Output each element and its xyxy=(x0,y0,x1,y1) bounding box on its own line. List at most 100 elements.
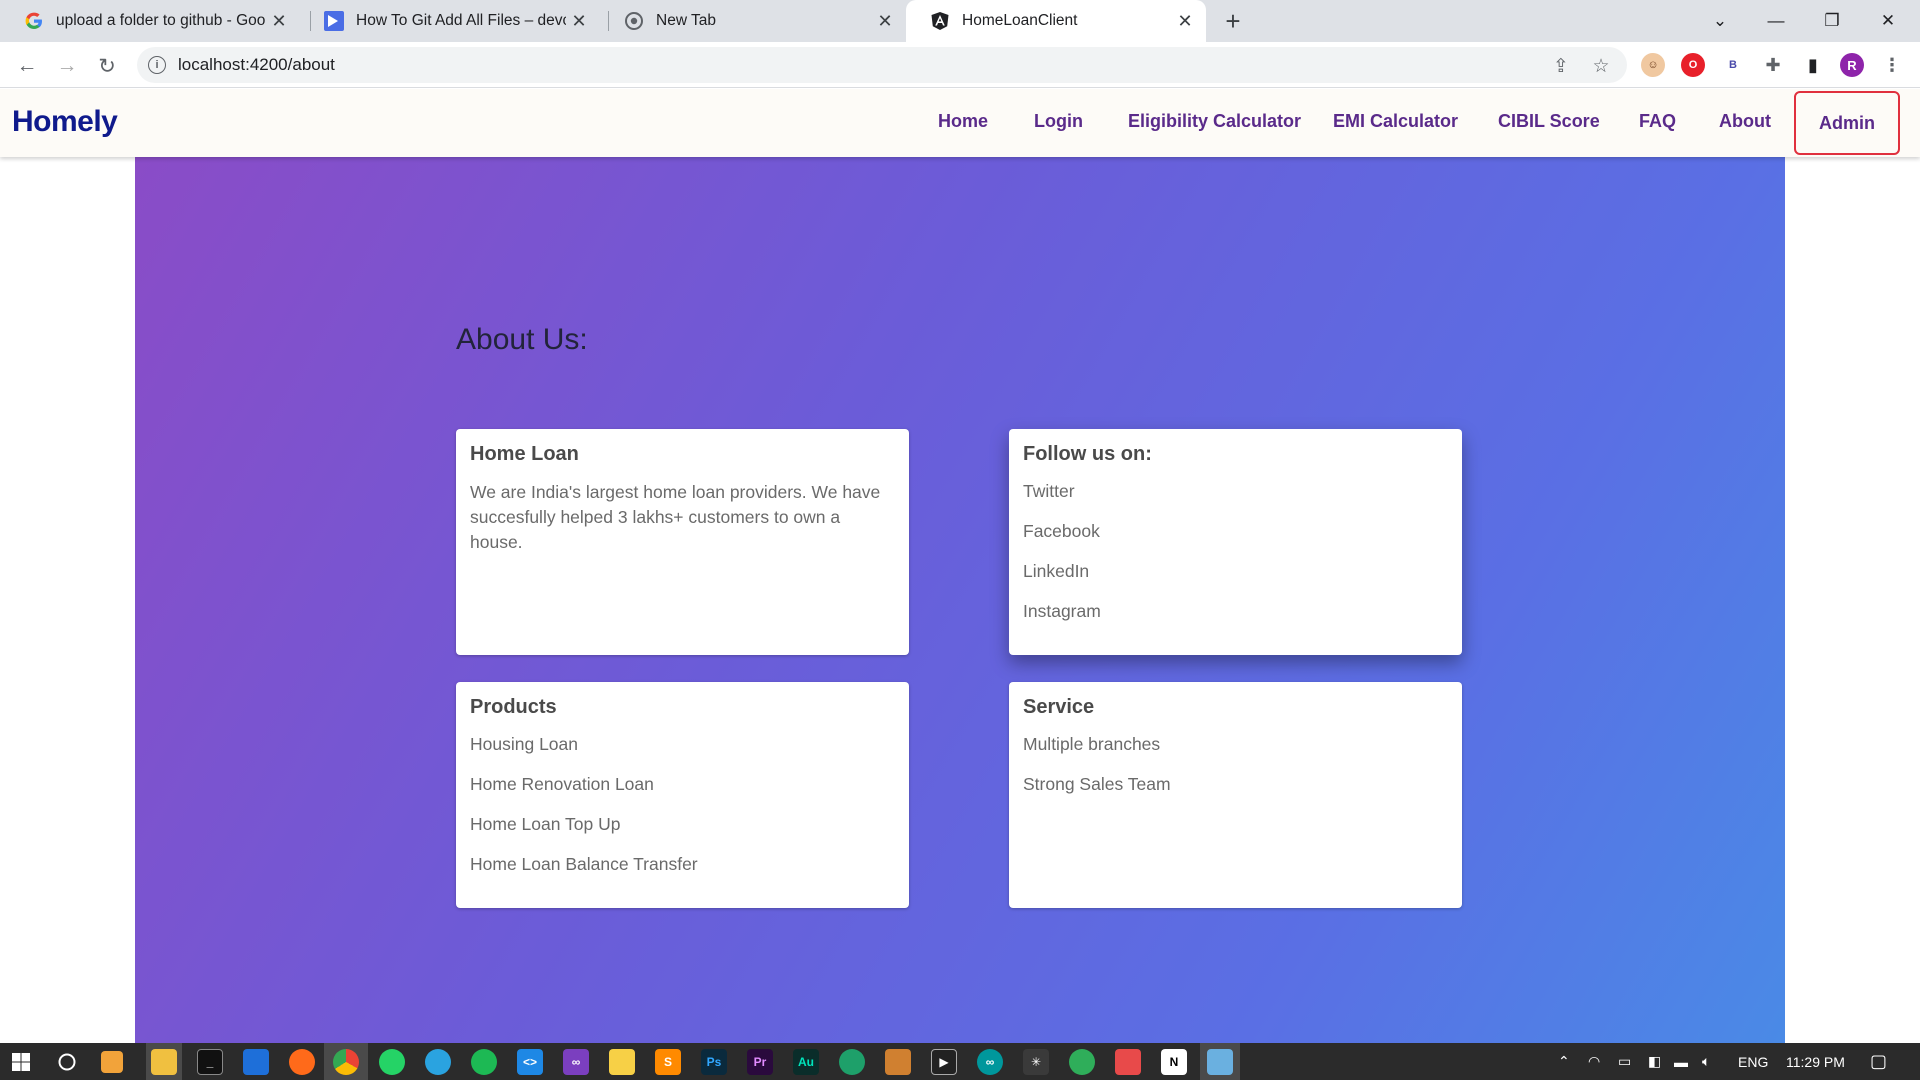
close-tab-icon[interactable]: ✕ xyxy=(872,8,898,34)
back-icon[interactable]: ← xyxy=(10,49,44,83)
close-window-button[interactable]: ✕ xyxy=(1860,0,1916,42)
battery-icon[interactable]: ▬ xyxy=(1674,1054,1688,1070)
tab-title: New Tab xyxy=(656,12,717,29)
list-item: Multiple branches xyxy=(1023,734,1161,754)
card-heading: Service xyxy=(1023,696,1095,718)
nav-home[interactable]: Home xyxy=(938,111,988,132)
photoshop-icon[interactable]: Ps xyxy=(701,1049,727,1075)
reload-icon[interactable]: ↻ xyxy=(90,49,124,83)
audition-icon[interactable]: Au xyxy=(793,1049,819,1075)
angular-icon xyxy=(930,11,950,31)
tab-title: How To Git Add All Files – devcor xyxy=(356,12,566,29)
social-link-instagram[interactable]: Instagram xyxy=(1023,600,1448,640)
chevron-up-icon[interactable]: ⌃ xyxy=(1558,1053,1570,1070)
windows-taskbar: _ <> ∞ S Ps Pr Au ▶ ∞ ✳ N ⌃ ◠ ▭ ◧ ▬ 🔈︎ E… xyxy=(0,1043,1920,1080)
side-panel-icon[interactable]: ▮ xyxy=(1801,53,1825,77)
extensions-puzzle-icon[interactable]: ✚ xyxy=(1761,53,1785,77)
url-text[interactable]: localhost:4200/about xyxy=(178,55,335,75)
page-viewport: Homely Home Login Eligibility Calculator… xyxy=(0,89,1920,1043)
social-link-facebook[interactable]: Facebook xyxy=(1023,520,1448,560)
browser-green-icon[interactable] xyxy=(1069,1049,1095,1075)
tablet-icon[interactable]: ▭ xyxy=(1618,1053,1631,1070)
share-icon[interactable]: ⇪ xyxy=(1550,55,1572,77)
visual-studio-icon[interactable]: ∞ xyxy=(563,1049,589,1075)
app-blue-icon[interactable] xyxy=(243,1049,269,1075)
photos-icon[interactable] xyxy=(1207,1049,1233,1075)
close-tab-icon[interactable]: ✕ xyxy=(266,8,292,34)
firefox-icon[interactable] xyxy=(289,1049,315,1075)
notion-icon[interactable]: N xyxy=(1161,1049,1187,1075)
camera-icon[interactable]: ◧ xyxy=(1648,1053,1661,1070)
browser-tab-homeloanclient[interactable]: HomeLoanClient ✕ xyxy=(906,0,1206,42)
site-info-icon[interactable]: i xyxy=(148,56,166,74)
site-navbar: Homely Home Login Eligibility Calculator… xyxy=(0,89,1920,157)
extension-opera-icon[interactable]: O xyxy=(1681,53,1705,77)
system-tray: ⌃ ◠ ▭ ◧ ▬ 🔈︎ ENG 11:29 PM ▢ xyxy=(1552,1043,1920,1080)
language-indicator[interactable]: ENG xyxy=(1738,1054,1768,1070)
minimize-button[interactable]: — xyxy=(1748,0,1804,42)
terminal-icon[interactable]: _ xyxy=(197,1049,223,1075)
notifications-icon[interactable]: ▢ xyxy=(1870,1051,1887,1072)
address-bar[interactable]: i localhost:4200/about ⇪ ☆ xyxy=(137,47,1627,83)
nav-admin[interactable]: Admin xyxy=(1794,91,1900,155)
new-tab-button[interactable]: + xyxy=(1218,6,1248,36)
app-red-icon[interactable] xyxy=(1115,1049,1141,1075)
page-title: About Us: xyxy=(456,323,588,356)
chrome-icon xyxy=(624,11,644,31)
volume-icon[interactable]: 🔈︎ xyxy=(1702,1053,1710,1070)
chrome-taskbar-icon[interactable] xyxy=(333,1049,359,1075)
google-icon xyxy=(24,11,44,31)
sticky-notes-icon[interactable] xyxy=(609,1049,635,1075)
telegram-icon[interactable] xyxy=(425,1049,451,1075)
social-link-twitter[interactable]: Twitter xyxy=(1023,480,1448,520)
list-item: Strong Sales Team xyxy=(1023,774,1171,794)
devconnected-icon xyxy=(324,11,344,31)
home-loan-card: Home Loan We are India's largest home lo… xyxy=(456,429,909,655)
nav-cibil-score[interactable]: CIBIL Score xyxy=(1498,111,1600,132)
nav-eligibility-calculator[interactable]: Eligibility Calculator xyxy=(1128,111,1301,132)
file-explorer-icon[interactable] xyxy=(151,1049,177,1075)
nav-emi-calculator[interactable]: EMI Calculator xyxy=(1333,111,1458,132)
menu-kebab-icon[interactable]: ⋮ xyxy=(1880,53,1904,77)
spotify-icon[interactable] xyxy=(471,1049,497,1075)
windows-start-icon[interactable] xyxy=(8,1049,34,1075)
close-tab-icon[interactable]: ✕ xyxy=(566,8,592,34)
stats-icon[interactable] xyxy=(885,1049,911,1075)
about-section: About Us: Home Loan We are India's large… xyxy=(135,157,1785,1043)
list-item: Housing Loan xyxy=(470,734,578,754)
browser-tab-strip: upload a folder to github - Goog ✕ How T… xyxy=(0,0,1920,42)
sublime-text-icon[interactable]: S xyxy=(655,1049,681,1075)
extension-b-icon[interactable]: B xyxy=(1721,53,1745,77)
browser-tab-devconnected[interactable]: How To Git Add All Files – devcor ✕ xyxy=(300,0,600,42)
browser-tab-new[interactable]: New Tab ✕ xyxy=(600,0,906,42)
arduino-icon[interactable]: ∞ xyxy=(977,1049,1003,1075)
card-heading: Products xyxy=(470,696,557,718)
vscode-icon[interactable]: <> xyxy=(517,1049,543,1075)
restore-button[interactable]: ❐ xyxy=(1804,0,1860,42)
social-link-linkedin[interactable]: LinkedIn xyxy=(1023,560,1448,600)
clock[interactable]: 11:29 PM xyxy=(1786,1054,1845,1070)
extension-avatar-icon[interactable]: ☺ xyxy=(1641,53,1665,77)
service-card: Service Multiple branches Strong Sales T… xyxy=(1009,682,1462,908)
nav-about[interactable]: About xyxy=(1719,111,1771,132)
nav-faq[interactable]: FAQ xyxy=(1639,111,1676,132)
close-tab-icon[interactable]: ✕ xyxy=(1172,8,1198,34)
tab-search-icon[interactable]: ⌄ xyxy=(1692,0,1748,42)
network-tool-icon[interactable]: ✳ xyxy=(1023,1049,1049,1075)
forward-icon[interactable]: → xyxy=(50,49,84,83)
media-player-icon[interactable]: ▶ xyxy=(931,1049,957,1075)
card-heading: Home Loan xyxy=(470,443,579,465)
wifi-icon[interactable]: ◠ xyxy=(1588,1053,1600,1070)
tab-title: upload a folder to github - Goog xyxy=(56,12,266,29)
brand-logo[interactable]: Homely xyxy=(12,105,118,139)
whatsapp-icon[interactable] xyxy=(379,1049,405,1075)
search-icon[interactable] xyxy=(54,1049,80,1075)
maps-pin-icon[interactable] xyxy=(839,1049,865,1075)
list-item: Home Loan Top Up xyxy=(470,814,621,834)
store-icon[interactable] xyxy=(101,1051,123,1073)
browser-tab-google[interactable]: upload a folder to github - Goog ✕ xyxy=(0,0,300,42)
bookmark-star-icon[interactable]: ☆ xyxy=(1590,55,1612,77)
profile-avatar[interactable]: R xyxy=(1840,53,1864,77)
nav-login[interactable]: Login xyxy=(1034,111,1083,132)
premiere-icon[interactable]: Pr xyxy=(747,1049,773,1075)
